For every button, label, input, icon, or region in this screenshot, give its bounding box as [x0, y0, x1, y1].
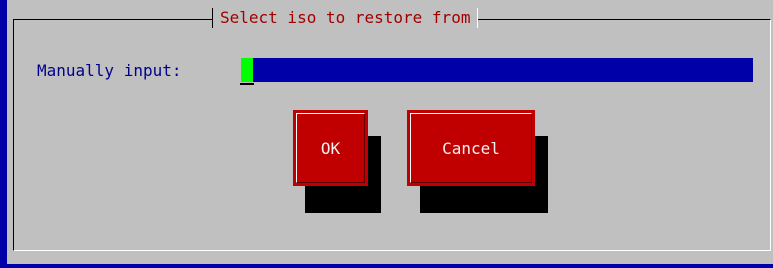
ok-button[interactable]: OK [293, 110, 368, 186]
restore-iso-dialog: Select iso to restore from Manually inpu… [7, 0, 773, 264]
manual-input-field[interactable] [241, 58, 753, 82]
cancel-button-label: Cancel [442, 138, 500, 158]
cancel-button[interactable]: Cancel [407, 110, 535, 186]
dialog-title: Select iso to restore from [212, 3, 479, 33]
manual-input-label: Manually input: [37, 61, 182, 80]
input-cursor-underline [240, 83, 254, 85]
text-cursor [241, 58, 253, 82]
dialog-frame [13, 19, 771, 251]
terminal-screen: { "dialog": { "title": "Select iso to re… [0, 0, 773, 268]
ok-button-label: OK [320, 138, 341, 158]
